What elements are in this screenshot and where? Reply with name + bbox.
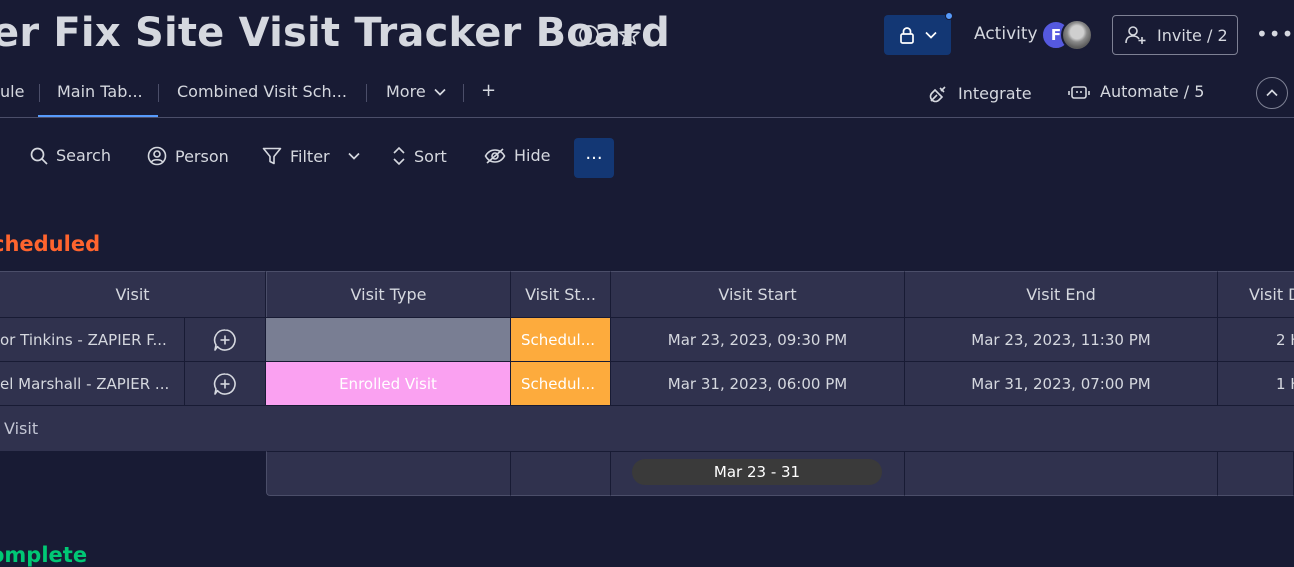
group-title-complete[interactable]: omplete [0,543,87,567]
eye-off-icon [484,147,506,164]
filter-label: Filter [290,146,330,166]
board-title[interactable]: er Fix Site Visit Tracker Board [0,10,670,56]
tab-divider [158,84,159,102]
column-header-visit[interactable]: Visit [0,271,266,317]
visit-start-cell[interactable]: Mar 23, 2023, 09:30 PM [611,317,905,361]
add-comment-icon [213,372,236,395]
add-update-button[interactable] [185,361,266,405]
tab-main-table[interactable]: Main Tab... [57,82,143,101]
more-actions-button[interactable]: ··· [574,138,614,178]
tab-divider [39,84,40,102]
board-permissions-button[interactable] [884,12,953,55]
tab-schedule[interactable]: ule [0,82,24,101]
summary-cell [1218,451,1294,496]
search-label: Search [56,146,111,165]
sort-label: Sort [414,146,447,166]
invite-button[interactable]: Invite / 2 [1112,15,1238,55]
board-views-tabs: ule Main Tab... Combined Visit Sch... Mo… [0,70,1294,118]
table-row-visit-name[interactable]: el Marshall - ZAPIER ... [0,361,185,405]
robot-icon [1068,85,1090,99]
avatar-photo[interactable] [1061,19,1093,51]
chevron-down-icon[interactable] [348,152,360,160]
summary-cell [905,451,1218,496]
tab-combined-visit-schedule[interactable]: Combined Visit Sch... [177,82,347,101]
integrate-button[interactable]: Integrate [928,82,1032,104]
status-badge[interactable]: Schedul... [511,361,611,405]
more-options-icon[interactable]: ••• [1256,22,1294,46]
filter-icon [262,147,282,165]
person-icon [147,146,167,166]
add-comment-icon [213,328,236,351]
chevron-down-icon [434,88,446,96]
integrate-icon [929,86,946,103]
hide-button[interactable]: Hide [484,146,550,165]
summary-cell [266,451,511,496]
column-header-visit-type[interactable]: Visit Type [266,271,511,317]
add-view-button[interactable]: + [481,80,496,101]
visit-duration-cell[interactable]: 2 H [1218,317,1294,361]
collapse-header-button[interactable] [1256,77,1288,109]
star-icon[interactable] [617,23,641,47]
automate-label: Automate / 5 [1100,82,1205,101]
tab-more[interactable]: More [386,82,446,101]
add-item-input[interactable]: Visit [0,405,1294,451]
lock-icon [899,27,914,44]
summary-cell [511,451,611,496]
tab-divider [463,84,464,102]
group-title-scheduled[interactable]: cheduled [0,232,100,256]
tab-divider [366,84,367,102]
status-badge[interactable]: Schedul... [511,317,611,361]
visit-duration-cell[interactable]: 1 H [1218,361,1294,405]
search-icon [30,147,48,165]
filter-button[interactable]: Filter [262,146,360,166]
visit-start-cell[interactable]: Mar 31, 2023, 06:00 PM [611,361,905,405]
add-item-label: Visit [4,419,39,438]
automate-button[interactable]: Automate / 5 [1068,82,1204,101]
visit-type-cell[interactable]: Enrolled Visit [266,361,511,405]
notification-dot [945,12,953,20]
integrate-label: Integrate [958,83,1032,103]
chevron-up-icon [1266,89,1278,97]
column-header-visit-status[interactable]: Visit St... [511,271,611,317]
visit-end-cell[interactable]: Mar 23, 2023, 11:30 PM [905,317,1218,361]
column-header-visit-start[interactable]: Visit Start [611,271,905,317]
visit-end-cell[interactable]: Mar 31, 2023, 07:00 PM [905,361,1218,405]
search-button[interactable]: Search [30,146,111,165]
info-icon[interactable] [578,24,600,46]
person-filter-button[interactable]: Person [147,146,229,166]
column-header-visit-duration[interactable]: Visit D [1218,271,1294,317]
invite-label: Invite / 2 [1157,25,1228,45]
tab-more-label: More [386,82,426,101]
activity-link[interactable]: Activity [974,24,1038,44]
sort-button[interactable]: Sort [392,146,447,166]
visit-type-cell[interactable] [266,317,511,361]
date-range-summary[interactable]: Mar 23 - 31 [632,459,882,485]
chevron-down-icon [924,31,937,39]
table-row-visit-name[interactable]: or Tinkins - ZAPIER F... [0,317,185,361]
active-tab-indicator [38,115,158,117]
add-person-icon [1125,26,1146,44]
add-update-button[interactable] [185,317,266,361]
sort-icon [393,146,405,166]
hide-label: Hide [514,146,551,165]
person-label: Person [175,146,229,166]
column-header-visit-end[interactable]: Visit End [905,271,1218,317]
